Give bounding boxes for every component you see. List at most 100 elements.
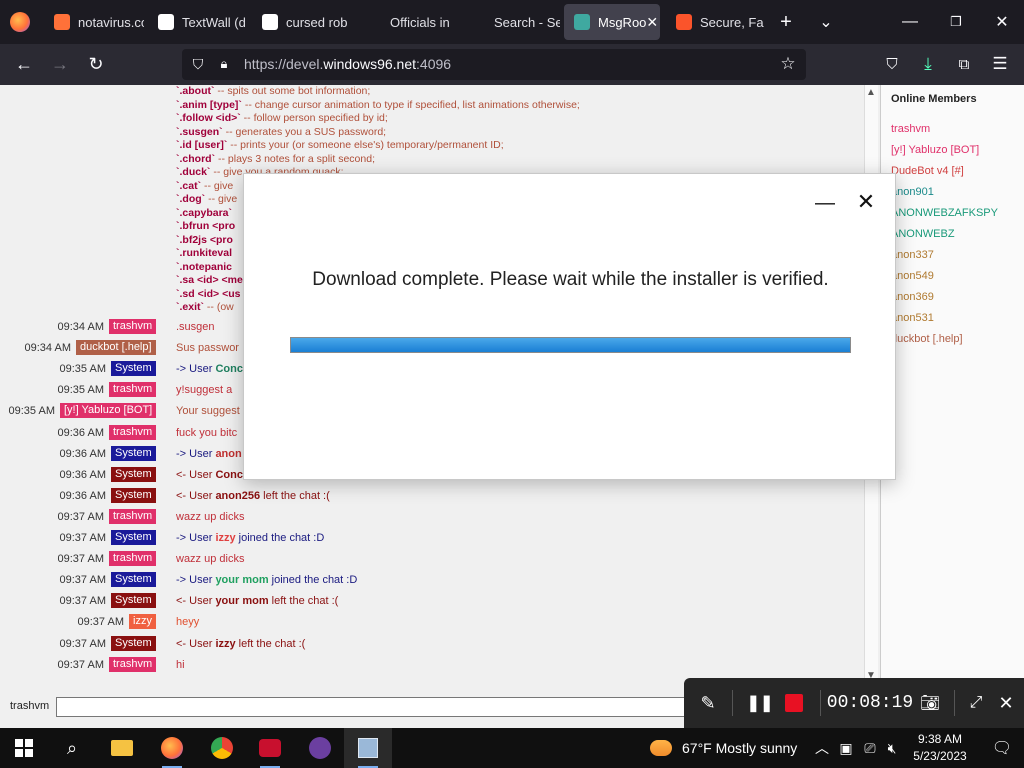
list-tabs-chevron-icon[interactable]: ⌄ — [814, 10, 838, 34]
tab-close-icon[interactable]: ✕ — [646, 14, 658, 31]
message-body: wazz up dicks — [176, 553, 245, 566]
username-badge[interactable]: System — [111, 466, 156, 482]
notifications-icon[interactable]: 🗨︎ — [980, 728, 1024, 768]
online-member[interactable]: trashvm — [891, 123, 930, 135]
help-description: -- give — [201, 179, 234, 192]
mentioned-username: Conc — [215, 363, 243, 376]
firefox-taskbar-icon[interactable] — [148, 728, 196, 768]
online-member[interactable]: anon901 — [891, 186, 934, 198]
message-text: <- User your mom left the chat :( — [176, 595, 338, 607]
search-icon[interactable]: ⌕ — [48, 728, 96, 768]
online-member[interactable]: duckbot [.help] — [891, 333, 963, 345]
online-member[interactable]: ANONWEBZ — [891, 228, 955, 240]
firefox-view-icon[interactable] — [10, 12, 30, 32]
pause-icon[interactable]: ❚❚ — [747, 678, 774, 728]
help-command: `.bf2js <pro — [176, 233, 233, 246]
online-member[interactable]: anon549 — [891, 270, 934, 282]
taskbar-clock[interactable]: 9:38 AM 5/23/2023 — [900, 731, 980, 765]
lock-icon[interactable]: 🔒︎ — [214, 54, 234, 74]
message-body: <- User — [176, 489, 216, 502]
help-command: `.susgen` — [176, 125, 223, 138]
dialog-minimize-button[interactable]: — — [814, 192, 836, 214]
username-badge[interactable]: trashvm — [109, 319, 157, 334]
username-badge[interactable]: System — [111, 361, 156, 377]
shield-icon[interactable]: ⛉ — [188, 54, 208, 74]
system-tray-icon[interactable]: ▣ — [834, 728, 858, 768]
new-tab-button[interactable]: + — [774, 10, 798, 34]
mentioned-username: your mom — [215, 595, 269, 608]
username-badge[interactable]: izzy — [129, 614, 156, 630]
stop-recording-button[interactable] — [782, 678, 806, 728]
pen-icon[interactable]: ✎ — [696, 678, 720, 728]
expand-icon[interactable]: ⤢ — [964, 678, 988, 728]
dialog-close-button[interactable]: ✕ — [854, 189, 878, 214]
menu-hamburger-icon[interactable]: ☰ — [988, 52, 1012, 76]
username-badge[interactable]: trashvm — [109, 656, 157, 672]
online-member[interactable]: anon531 — [891, 312, 934, 324]
help-description: -- (ow — [204, 301, 234, 313]
screen-recorder-widget: ✎ ❚❚ 00:08:19 📷︎ ⤢ ✕ — [684, 678, 1024, 728]
divider — [954, 690, 955, 716]
browser-tab[interactable]: Search - Se — [460, 4, 560, 40]
browser-tab[interactable]: TextWall (d — [148, 4, 248, 40]
online-member[interactable]: anon369 — [891, 291, 934, 303]
username-badge[interactable]: trashvm — [109, 424, 157, 440]
hidden-icons-chevron-icon[interactable]: ︿ — [810, 728, 834, 768]
start-button[interactable] — [0, 728, 48, 768]
pocket-icon[interactable]: ⛉ — [880, 52, 904, 76]
window-restore-button[interactable]: ❐ — [942, 10, 970, 34]
online-member[interactable]: anon337 — [891, 249, 934, 261]
username-badge[interactable]: trashvm — [109, 382, 157, 398]
browser-tab[interactable]: cursed rob — [252, 4, 352, 40]
message-body: -> User — [176, 363, 216, 376]
username-badge[interactable]: System — [111, 593, 156, 609]
extensions-icon[interactable]: ⧉ — [952, 52, 976, 76]
online-member[interactable]: DudeBot v4 [#] — [891, 165, 964, 177]
username-badge[interactable]: System — [111, 487, 156, 503]
file-explorer-icon[interactable] — [98, 728, 146, 768]
camera-icon[interactable]: 📷︎ — [918, 678, 942, 728]
username-badge[interactable]: trashvm — [109, 508, 157, 524]
browser-tab[interactable]: Officials in — [356, 4, 456, 40]
browser-tab[interactable]: MsgRoo ✕ — [564, 4, 660, 40]
username-badge[interactable]: System — [111, 635, 156, 651]
network-icon[interactable]: ⎚ — [858, 728, 882, 768]
installer-app-icon[interactable] — [344, 728, 392, 768]
username-badge[interactable]: System — [111, 445, 156, 461]
forward-arrow-icon[interactable]: → — [48, 52, 72, 76]
url-bar[interactable]: ⛉ 🔒︎ https://devel.windows96.net:4096 ☆ — [182, 49, 806, 80]
reload-icon[interactable]: ↻ — [84, 52, 108, 76]
game-app-icon[interactable] — [296, 728, 344, 768]
mentioned-username: Conc — [215, 468, 243, 481]
online-member[interactable]: [y!] Yabluzo [BOT] — [891, 144, 979, 156]
weather-widget[interactable]: 67°F Mostly sunny — [650, 728, 797, 768]
message-text: y!suggest a — [176, 384, 232, 396]
bookmark-star-icon[interactable]: ☆ — [778, 54, 798, 74]
username-badge[interactable]: [y!] Yabluzo [BOT] — [60, 403, 157, 419]
weather-text: 67°F Mostly sunny — [682, 740, 798, 756]
username-badge[interactable]: duckbot [.help] — [76, 340, 156, 356]
downloads-icon[interactable]: ⤓ — [916, 52, 940, 76]
online-member[interactable]: ANONWEBZAFKSPY — [891, 207, 998, 219]
message-timestamp: 09:34 AM — [57, 321, 104, 333]
message-timestamp: 09:37 AM — [57, 658, 104, 671]
username-badge[interactable]: trashvm — [109, 551, 157, 567]
back-arrow-icon[interactable]: ← — [12, 52, 36, 76]
message-timestamp: 09:37 AM — [57, 510, 104, 523]
browser-tab[interactable]: Secure, Fa — [666, 4, 766, 40]
scroll-up-icon[interactable]: ▲ — [866, 87, 876, 98]
window-close-button[interactable]: ✕ — [988, 10, 1016, 34]
recorder-close-icon[interactable]: ✕ — [994, 678, 1018, 728]
chat-message: System 09:37 AM -> User your mom joined th… — [0, 572, 864, 590]
screen-recorder-icon[interactable] — [246, 728, 294, 768]
url-text[interactable]: https://devel.windows96.net:4096 — [244, 56, 451, 72]
username-badge[interactable]: System — [111, 530, 156, 545]
username-badge[interactable]: System — [111, 572, 156, 588]
message-timestamp: 09:35 AM — [59, 363, 106, 376]
browser-tab[interactable]: notavirus.com/ — [44, 4, 144, 40]
message-body: -> User — [176, 447, 216, 460]
installer-dialog: — ✕ Download complete. Please wait while… — [243, 173, 896, 480]
chrome-icon[interactable] — [198, 728, 246, 768]
message-input[interactable] — [56, 697, 696, 717]
window-minimize-button[interactable]: — — [896, 10, 924, 34]
